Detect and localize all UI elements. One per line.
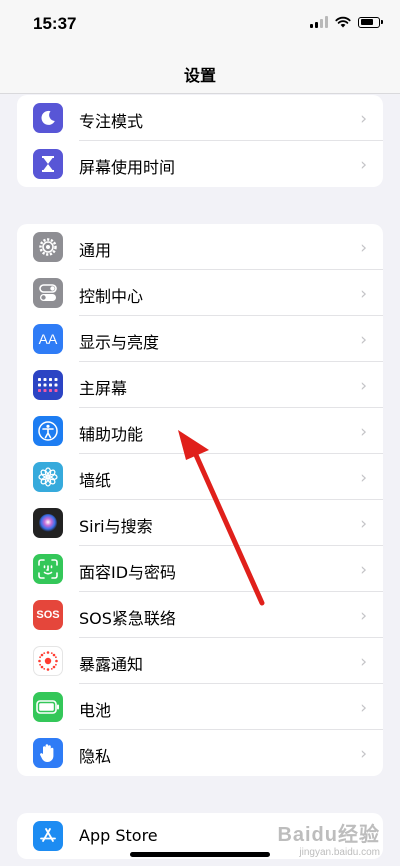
home-grid-icon	[33, 370, 63, 400]
chevron-right-icon: ›	[360, 744, 367, 764]
settings-item-label: 通用	[79, 241, 112, 260]
chevron-right-icon: ›	[360, 606, 367, 626]
settings-item-accessibility[interactable]: 辅助功能 ›	[17, 408, 383, 454]
settings-item-label: 控制中心	[79, 287, 144, 306]
settings-item-label: 辅助功能	[79, 425, 144, 444]
settings-item-privacy[interactable]: 隐私 ›	[17, 730, 383, 776]
chevron-right-icon: ›	[360, 468, 367, 488]
chevron-right-icon: ›	[360, 155, 367, 175]
chevron-right-icon: ›	[360, 109, 367, 129]
siri-icon	[33, 508, 63, 538]
chevron-right-icon: ›	[360, 284, 367, 304]
settings-item-label: 隐私	[79, 747, 112, 766]
accessibility-icon	[33, 416, 63, 446]
sos-icon: SOS	[33, 600, 63, 630]
settings-item-label: 显示与亮度	[79, 333, 160, 352]
settings-item-battery[interactable]: 电池 ›	[17, 684, 383, 730]
text-size-icon: AA	[33, 324, 63, 354]
chevron-right-icon: ›	[360, 560, 367, 580]
settings-item-face-id-passcode[interactable]: 面容ID与密码 ›	[17, 546, 383, 592]
settings-item-label: 电池	[79, 701, 112, 720]
settings-item-label: 暴露通知	[79, 655, 144, 674]
page-title: 设置	[183, 66, 216, 85]
watermark: Baidu经验 jingyan.baidu.com	[277, 818, 380, 858]
settings-item-label: 主屏幕	[79, 379, 128, 398]
settings-item-wallpaper[interactable]: 墙纸 ›	[17, 454, 383, 500]
chevron-right-icon: ›	[360, 376, 367, 396]
settings-item-home-screen[interactable]: 主屏幕 ›	[17, 362, 383, 408]
settings-item-control-center[interactable]: 控制中心 ›	[17, 270, 383, 316]
flower-icon	[33, 462, 63, 492]
gear-icon	[33, 232, 63, 262]
app-store-icon	[33, 821, 63, 851]
settings-group-focus: 专注模式 › 屏幕使用时间 ›	[17, 95, 383, 187]
settings-item-label: Siri与搜索	[79, 517, 153, 536]
watermark-main: Baidu经验	[277, 824, 380, 846]
settings-item-focus[interactable]: 专注模式 ›	[17, 95, 383, 141]
settings-item-siri-search[interactable]: Siri与搜索 ›	[17, 500, 383, 546]
face-id-icon	[33, 554, 63, 584]
battery-indicator-icon	[358, 16, 383, 28]
hourglass-icon	[33, 149, 63, 179]
chevron-right-icon: ›	[360, 514, 367, 534]
moon-icon	[33, 103, 63, 133]
cellular-signal-icon	[310, 16, 328, 28]
settings-item-label: 墙纸	[79, 471, 112, 490]
settings-item-label: SOS紧急联络	[79, 609, 176, 628]
chevron-right-icon: ›	[360, 652, 367, 672]
wifi-icon	[335, 16, 351, 28]
chevron-right-icon: ›	[360, 422, 367, 442]
home-indicator[interactable]	[130, 852, 270, 857]
settings-item-exposure-notifications[interactable]: 暴露通知 ›	[17, 638, 383, 684]
chevron-right-icon: ›	[360, 330, 367, 350]
settings-item-display-brightness[interactable]: AA 显示与亮度 ›	[17, 316, 383, 362]
watermark-sub: jingyan.baidu.com	[299, 847, 380, 858]
settings-item-label: 屏幕使用时间	[79, 158, 176, 177]
settings-item-emergency-sos[interactable]: SOS SOS紧急联络 ›	[17, 592, 383, 638]
settings-group-general: 通用 › 控制中心 › AA 显示与亮度 › 主屏幕 › 辅助功能 › 墙纸 ›…	[17, 224, 383, 776]
settings-item-label: 专注模式	[79, 112, 144, 131]
settings-item-screen-time[interactable]: 屏幕使用时间 ›	[17, 141, 383, 187]
settings-item-label: App Store	[79, 826, 158, 845]
status-icons	[310, 16, 383, 28]
chevron-right-icon: ›	[360, 698, 367, 718]
hand-icon	[33, 738, 63, 768]
chevron-right-icon: ›	[360, 238, 367, 258]
battery-icon	[33, 692, 63, 722]
toggles-icon	[33, 278, 63, 308]
navigation-bar: 设置	[0, 50, 400, 94]
settings-item-label: 面容ID与密码	[79, 563, 177, 582]
status-bar: 15:37	[0, 0, 400, 50]
status-time: 15:37	[33, 14, 77, 33]
exposure-icon	[33, 646, 63, 676]
settings-item-general[interactable]: 通用 ›	[17, 224, 383, 270]
